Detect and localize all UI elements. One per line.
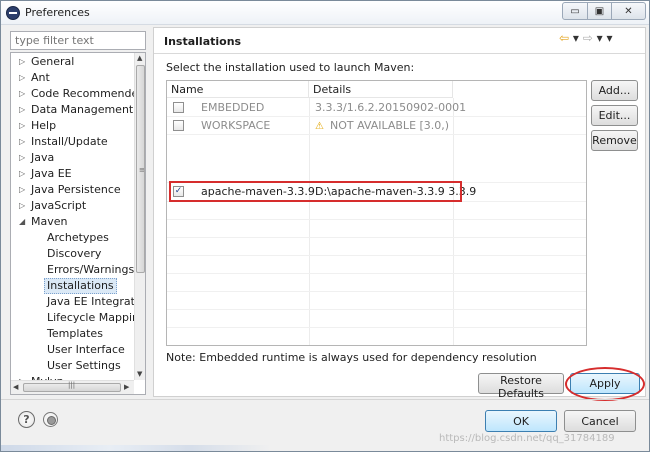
row-checkbox[interactable]: [173, 120, 184, 131]
eclipse-app-icon: [6, 6, 20, 20]
expand-arrow-icon[interactable]: ▷: [19, 70, 25, 86]
forward-arrow-icon[interactable]: ⇨: [583, 31, 593, 45]
help-icon[interactable]: ?: [18, 411, 35, 428]
table-row[interactable]: WORKSPACE ⚠ NOT AVAILABLE [3.0,): [167, 117, 586, 134]
back-menu-icon[interactable]: ▾: [573, 31, 579, 45]
preference-tree: ▷ General ▷ Ant ▷ Code Recommenders ▷ Data M…: [10, 52, 146, 395]
warning-icon: ⚠: [315, 121, 324, 132]
collapse-arrow-icon[interactable]: ◢: [19, 214, 25, 230]
row-divider: [167, 219, 586, 220]
row-name: EMBEDDED: [201, 101, 265, 114]
filter-input[interactable]: [10, 31, 146, 50]
expand-arrow-icon[interactable]: ▷: [19, 182, 25, 198]
row-details: ⚠ NOT AVAILABLE [3.0,): [315, 119, 450, 132]
tree-vertical-scrollbar[interactable]: ▲ ≡ ▼: [134, 53, 145, 380]
expand-arrow-icon[interactable]: ▷: [19, 134, 25, 150]
page-description: Select the installation used to launch M…: [166, 61, 415, 74]
expand-arrow-icon[interactable]: ▷: [19, 102, 25, 118]
blurred-taskbar-strip: [1, 445, 271, 451]
row-divider: [167, 309, 586, 310]
title-divider: [154, 53, 645, 54]
maximize-button[interactable]: ▣: [588, 2, 612, 20]
row-divider: [167, 237, 586, 238]
row-divider: [167, 327, 586, 328]
row-divider: [167, 134, 586, 135]
grip-icon: ≡: [139, 166, 145, 174]
expand-arrow-icon[interactable]: ▷: [19, 118, 25, 134]
preferences-dialog: Preferences ▭ ▣ ✕ ▷General ▷Ant ▷Code Re…: [0, 0, 650, 452]
page-title: Installations: [164, 35, 242, 48]
row-divider: [167, 273, 586, 274]
page-navigation: ⇦ ▾ ⇨ ▾ ▾: [559, 31, 613, 45]
forward-menu-icon[interactable]: ▾: [597, 31, 603, 45]
expand-arrow-icon[interactable]: ▷: [19, 198, 25, 214]
horizontal-scroll-thumb[interactable]: |||: [23, 381, 121, 392]
column-divider: [453, 98, 454, 345]
scroll-down-arrow-icon[interactable]: ▼: [137, 370, 142, 378]
column-divider: [309, 98, 310, 345]
selection-highlight-annotation: [169, 181, 462, 202]
remove-button[interactable]: Remove: [591, 130, 638, 151]
add-button[interactable]: Add...: [591, 80, 638, 101]
expand-arrow-icon[interactable]: ▷: [19, 86, 25, 102]
tree-horizontal-scrollbar[interactable]: ◀ ||| ▶: [11, 380, 134, 394]
table-row[interactable]: EMBEDDED 3.3.3/1.6.2.20150902-0001: [167, 99, 586, 116]
cancel-button[interactable]: Cancel: [564, 410, 636, 432]
row-checkbox[interactable]: [173, 102, 184, 113]
import-export-icon[interactable]: [43, 412, 58, 427]
scroll-up-arrow-icon[interactable]: ▲: [137, 54, 142, 62]
ok-button[interactable]: OK: [485, 410, 557, 432]
grip-icon: |||: [68, 381, 76, 389]
row-divider: [167, 255, 586, 256]
embedded-runtime-note: Note: Embedded runtime is always used fo…: [166, 351, 537, 364]
row-name: WORKSPACE: [201, 119, 271, 132]
row-details: 3.3.3/1.6.2.20150902-0001: [315, 101, 467, 114]
vertical-scroll-thumb[interactable]: ≡: [136, 65, 145, 273]
apply-highlight-annotation: [565, 367, 645, 401]
column-header-name[interactable]: Name: [167, 81, 309, 98]
window-title: Preferences: [25, 6, 90, 19]
back-arrow-icon[interactable]: ⇦: [559, 31, 569, 45]
expand-arrow-icon[interactable]: ▷: [19, 54, 25, 70]
close-button[interactable]: ✕: [612, 2, 646, 20]
minimize-button[interactable]: ▭: [562, 2, 588, 20]
watermark: https://blog.csdn.net/qq_31784189: [439, 433, 615, 444]
view-menu-icon[interactable]: ▾: [607, 31, 613, 45]
restore-defaults-button[interactable]: Restore Defaults: [478, 373, 564, 400]
edit-button[interactable]: Edit...: [591, 105, 638, 126]
column-header-details[interactable]: Details: [309, 81, 453, 98]
expand-arrow-icon[interactable]: ▷: [19, 150, 25, 166]
expand-arrow-icon[interactable]: ▷: [19, 166, 25, 182]
row-divider: [167, 291, 586, 292]
scroll-left-arrow-icon[interactable]: ◀: [13, 383, 18, 391]
installations-table: Name Details EMBEDDED 3.3.3/1.6.2.201509…: [166, 80, 587, 346]
title-bar: Preferences ▭ ▣ ✕: [1, 1, 649, 25]
footer-divider: [1, 399, 649, 400]
scroll-right-arrow-icon[interactable]: ▶: [124, 383, 129, 391]
installations-page: Installations ⇦ ▾ ⇨ ▾ ▾ Select the insta…: [153, 27, 646, 401]
